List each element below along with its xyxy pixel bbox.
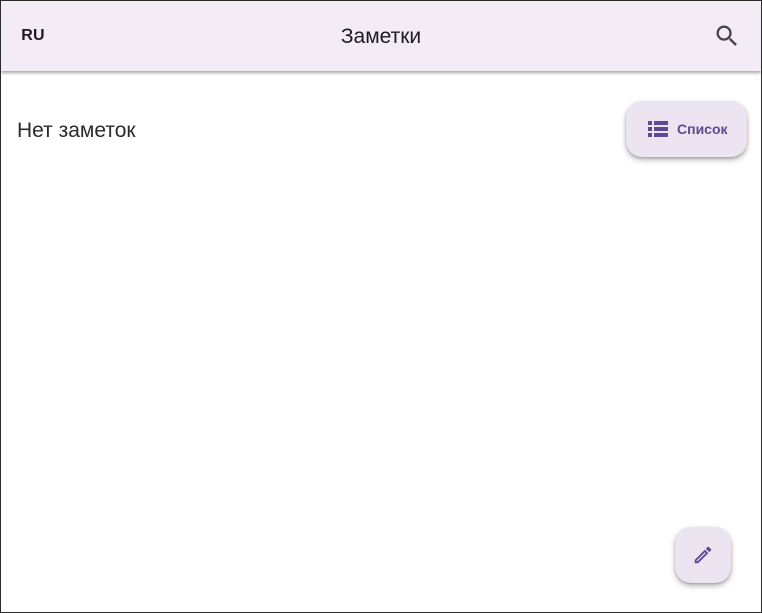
edit-icon (694, 546, 712, 564)
notes-content: Нет заметок Список (1, 72, 761, 612)
list-view-button[interactable]: Список (626, 101, 747, 157)
search-icon (716, 25, 737, 46)
list-view-label: Список (677, 121, 728, 137)
search-button[interactable] (705, 14, 749, 58)
page-title: Заметки (340, 25, 422, 48)
app-window: RU Заметки Нет заметок Список (0, 0, 762, 613)
app-bar: RU Заметки (1, 1, 761, 71)
list-icon (648, 121, 668, 137)
empty-state-message: Нет заметок (17, 119, 136, 142)
new-note-button[interactable] (675, 527, 731, 583)
